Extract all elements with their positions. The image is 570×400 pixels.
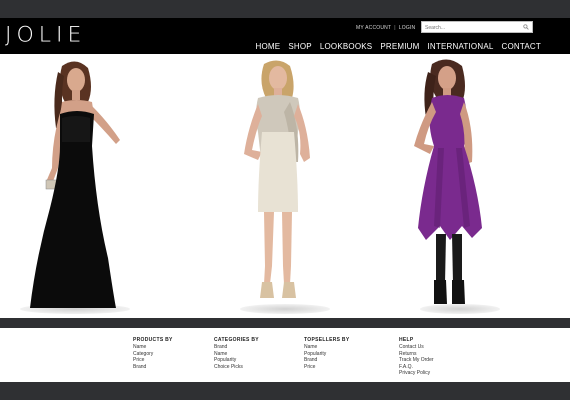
nav-shop[interactable]: SHOP bbox=[288, 42, 311, 52]
model-ivory-dress[interactable] bbox=[228, 58, 328, 316]
footer-heading: PRODUCTS BY bbox=[133, 337, 173, 343]
brand-logo[interactable]: JOLIE bbox=[5, 24, 86, 48]
nav-lookbooks[interactable]: LOOKBOOKS bbox=[320, 42, 372, 52]
footer-column-products: PRODUCTS BY Name Category Price Brand bbox=[133, 337, 173, 370]
search-box bbox=[421, 21, 533, 33]
site-header: JOLIE MY ACCOUNT | LOGIN HOME SHOP LOOKB… bbox=[0, 18, 570, 54]
footer-column-topsellers: TOPSELLERS BY Name Popularity Brand Pric… bbox=[304, 337, 349, 370]
footer-link[interactable]: Choice Picks bbox=[214, 364, 259, 371]
site-footer: PRODUCTS BY Name Category Price Brand CA… bbox=[0, 328, 570, 382]
nav-contact[interactable]: CONTACT bbox=[502, 42, 541, 52]
footer-divider-band bbox=[0, 318, 570, 328]
footer-column-categories: CATEGORIES BY Brand Name Popularity Choi… bbox=[214, 337, 259, 370]
search-icon[interactable] bbox=[523, 24, 529, 30]
footer-column-help: HELP Contact Us Returns Track My Order F… bbox=[399, 337, 434, 377]
model-black-gown[interactable] bbox=[22, 58, 137, 316]
nav-home[interactable]: HOME bbox=[256, 42, 281, 52]
search-input[interactable] bbox=[425, 23, 521, 32]
nav-international[interactable]: INTERNATIONAL bbox=[428, 42, 494, 52]
my-account-link[interactable]: MY ACCOUNT bbox=[356, 25, 391, 31]
footer-heading: CATEGORIES BY bbox=[214, 337, 259, 343]
footer-heading: TOPSELLERS BY bbox=[304, 337, 350, 343]
nav-premium[interactable]: PREMIUM bbox=[380, 42, 419, 52]
footer-link[interactable]: Privacy Policy bbox=[399, 370, 434, 377]
model-purple-dress[interactable] bbox=[400, 58, 500, 316]
footer-link[interactable]: Brand bbox=[133, 364, 173, 371]
footer-heading: HELP bbox=[399, 337, 414, 343]
footer-link[interactable]: Track My Order bbox=[399, 357, 434, 364]
login-link[interactable]: LOGIN bbox=[399, 25, 416, 31]
utility-separator: | bbox=[394, 25, 396, 31]
utility-links: MY ACCOUNT | LOGIN bbox=[356, 25, 415, 31]
main-nav: HOME SHOP LOOKBOOKS PREMIUM INTERNATIONA… bbox=[248, 42, 541, 52]
footer-link[interactable]: Price bbox=[304, 364, 349, 371]
hero-banner bbox=[0, 54, 570, 318]
